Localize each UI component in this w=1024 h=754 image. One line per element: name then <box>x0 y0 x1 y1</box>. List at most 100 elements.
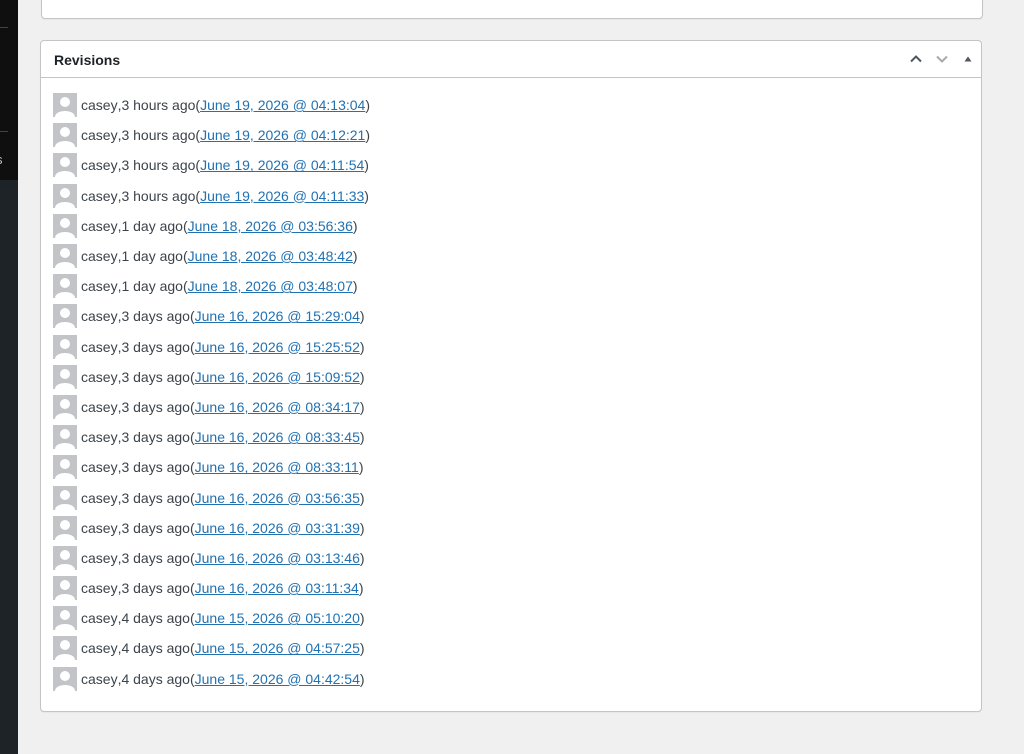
revision-time-ago: 3 days ago <box>121 429 190 446</box>
avatar <box>53 123 77 148</box>
revision-date-link[interactable]: June 15, 2026 @ 05:10:20 <box>195 609 360 627</box>
revision-item: casey, 3 days ago (June 16, 2026 @ 03:13… <box>53 543 370 573</box>
revision-item: casey, 1 day ago (June 18, 2026 @ 03:56:… <box>53 211 370 241</box>
revision-date-link[interactable]: June 16, 2026 @ 03:31:39 <box>195 519 360 537</box>
revision-item: casey, 4 days ago (June 15, 2026 @ 04:42… <box>53 664 370 694</box>
revision-date-link[interactable]: June 16, 2026 @ 15:29:04 <box>195 307 360 325</box>
revision-date-link[interactable]: June 19, 2026 @ 04:12:21 <box>200 126 365 144</box>
avatar <box>53 183 77 208</box>
revision-time-ago: 3 days ago <box>121 489 190 506</box>
revision-date-link[interactable]: June 16, 2026 @ 03:56:35 <box>195 489 360 507</box>
revision-author: casey <box>81 429 118 446</box>
revision-date-link[interactable]: June 18, 2026 @ 03:56:36 <box>188 217 353 235</box>
avatar <box>53 334 77 359</box>
default-avatar-icon <box>55 549 75 570</box>
revision-date-link[interactable]: June 15, 2026 @ 04:57:25 <box>195 639 360 657</box>
default-avatar-icon <box>55 127 75 148</box>
revision-time-ago: 3 days ago <box>121 519 190 536</box>
default-avatar-icon <box>55 338 75 359</box>
revision-time-ago: 1 day ago <box>121 278 183 295</box>
revisions-list: casey, 3 hours ago (June 19, 2026 @ 04:1… <box>53 90 370 694</box>
default-avatar-icon <box>55 398 75 419</box>
revision-time-ago: 3 hours ago <box>121 127 196 144</box>
revision-item: casey, 4 days ago (June 15, 2026 @ 04:57… <box>53 633 370 663</box>
default-avatar-icon <box>55 187 75 208</box>
revision-date-link[interactable]: June 16, 2026 @ 03:11:34 <box>195 579 359 597</box>
revision-date-link[interactable]: June 16, 2026 @ 15:09:52 <box>195 368 360 386</box>
revision-date-link[interactable]: June 15, 2026 @ 04:42:54 <box>195 670 360 688</box>
revision-time-ago: 3 days ago <box>121 549 190 566</box>
revision-item: casey, 3 days ago (June 16, 2026 @ 15:29… <box>53 301 370 331</box>
revision-author: casey <box>81 580 118 597</box>
avatar <box>53 394 77 419</box>
revision-item: casey, 3 hours ago (June 19, 2026 @ 04:1… <box>53 150 370 180</box>
avatar <box>53 545 77 570</box>
postbox-header: Revisions <box>41 41 981 78</box>
default-avatar-icon <box>55 368 75 389</box>
avatar <box>53 666 77 691</box>
sidebar-menu-label[interactable]: s <box>0 152 3 168</box>
revision-date-link[interactable]: June 16, 2026 @ 08:33:11 <box>195 458 359 476</box>
avatar <box>53 213 77 238</box>
menu-separator <box>0 131 8 132</box>
revision-item: casey, 1 day ago (June 18, 2026 @ 03:48:… <box>53 241 370 271</box>
revision-item: casey, 3 days ago (June 16, 2026 @ 15:25… <box>53 332 370 362</box>
revision-date-link[interactable]: June 18, 2026 @ 03:48:07 <box>188 277 353 295</box>
revision-date-link[interactable]: June 16, 2026 @ 08:34:17 <box>195 398 360 416</box>
revision-time-ago: 3 days ago <box>121 459 190 476</box>
default-avatar-icon <box>55 580 75 601</box>
revision-item: casey, 3 days ago (June 16, 2026 @ 03:31… <box>53 513 370 543</box>
default-avatar-icon <box>55 278 75 299</box>
revision-date-link[interactable]: June 16, 2026 @ 03:13:46 <box>195 549 360 567</box>
revision-item: casey, 3 days ago (June 16, 2026 @ 03:11… <box>53 573 370 603</box>
revision-item: casey, 1 day ago (June 18, 2026 @ 03:48:… <box>53 271 370 301</box>
default-avatar-icon <box>55 610 75 631</box>
revision-item: casey, 3 hours ago (June 19, 2026 @ 04:1… <box>53 90 370 120</box>
handle-actions <box>903 41 981 77</box>
revision-author: casey <box>81 308 118 325</box>
revision-time-ago: 3 hours ago <box>121 157 196 174</box>
revision-author: casey <box>81 97 118 114</box>
revision-time-ago: 3 days ago <box>121 580 190 597</box>
triangle-up-icon <box>964 56 972 62</box>
move-up-button[interactable] <box>903 41 929 77</box>
revision-date-link[interactable]: June 19, 2026 @ 04:11:33 <box>200 187 364 205</box>
default-avatar-icon <box>55 308 75 329</box>
default-avatar-icon <box>55 217 75 238</box>
revision-item: casey, 3 days ago (June 16, 2026 @ 08:33… <box>53 452 370 482</box>
avatar <box>53 606 77 631</box>
toggle-panel-button[interactable] <box>955 41 981 77</box>
revision-item: casey, 3 days ago (June 16, 2026 @ 15:09… <box>53 362 370 392</box>
revision-date-link[interactable]: June 18, 2026 @ 03:48:42 <box>188 247 353 265</box>
avatar <box>53 364 77 389</box>
default-avatar-icon <box>55 157 75 178</box>
revision-time-ago: 3 days ago <box>121 368 190 385</box>
avatar <box>53 576 77 601</box>
revision-item: casey, 4 days ago (June 15, 2026 @ 05:10… <box>53 603 370 633</box>
chevron-down-icon <box>936 55 948 63</box>
revision-date-link[interactable]: June 16, 2026 @ 15:25:52 <box>195 338 360 356</box>
revision-author: casey <box>81 278 118 295</box>
revision-time-ago: 3 days ago <box>121 338 190 355</box>
revision-author: casey <box>81 459 118 476</box>
revision-author: casey <box>81 217 118 234</box>
revision-date-link[interactable]: June 19, 2026 @ 04:11:54 <box>200 156 364 174</box>
revision-time-ago: 1 day ago <box>121 248 183 265</box>
revision-time-ago: 3 days ago <box>121 398 190 415</box>
admin-sidebar: s <box>0 0 18 754</box>
move-down-button[interactable] <box>929 41 955 77</box>
revision-item: casey, 3 days ago (June 16, 2026 @ 03:56… <box>53 482 370 512</box>
revision-author: casey <box>81 398 118 415</box>
revision-author: casey <box>81 640 118 657</box>
default-avatar-icon <box>55 670 75 691</box>
revision-author: casey <box>81 248 118 265</box>
revision-date-link[interactable]: June 16, 2026 @ 08:33:45 <box>195 428 360 446</box>
postbox-title: Revisions <box>54 52 121 68</box>
revision-author: casey <box>81 610 118 627</box>
revision-author: casey <box>81 489 118 506</box>
revision-author: casey <box>81 670 118 687</box>
revision-date-link[interactable]: June 19, 2026 @ 04:13:04 <box>200 96 365 114</box>
revision-author: casey <box>81 368 118 385</box>
revision-author: casey <box>81 338 118 355</box>
revision-time-ago: 4 days ago <box>121 610 190 627</box>
